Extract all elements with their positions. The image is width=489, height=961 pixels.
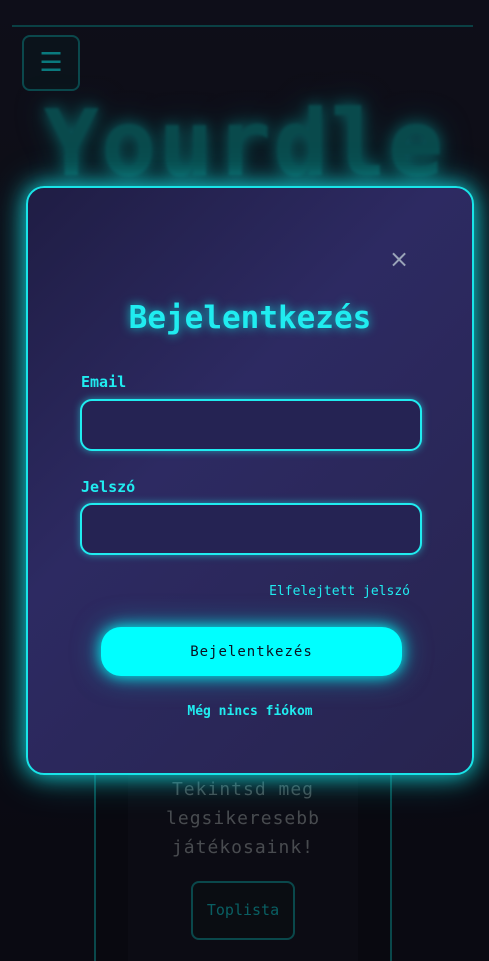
login-modal: × Bejelentkezés Email Jelszó Elfelejtett… — [26, 186, 474, 775]
email-label: Email — [81, 373, 127, 391]
login-button[interactable]: Bejelentkezés — [101, 627, 402, 676]
password-field[interactable] — [80, 503, 422, 555]
modal-title: Bejelentkezés — [128, 300, 372, 336]
register-link[interactable]: Még nincs fiókom — [28, 704, 472, 719]
forgot-password-link[interactable]: Elfelejtett jelszó — [269, 584, 410, 599]
password-label: Jelszó — [81, 478, 136, 496]
close-icon[interactable]: × — [388, 247, 410, 271]
email-field[interactable] — [80, 399, 422, 451]
